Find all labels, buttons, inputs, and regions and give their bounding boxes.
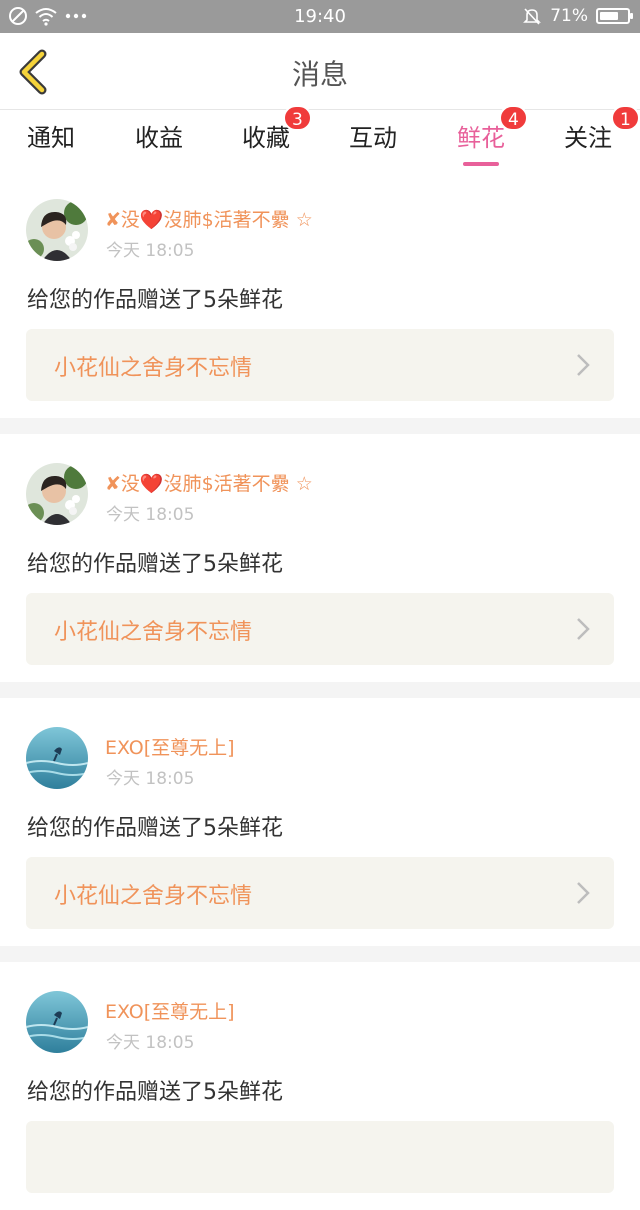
work-link-card[interactable]: 小花仙之舍身不忘情 [26,329,614,401]
work-link-card[interactable]: 小花仙之舍身不忘情 [26,857,614,929]
message-time: 今天 18:05 [106,241,195,261]
battery-level [600,12,619,20]
ocean-avatar-icon [26,991,88,1053]
unread-badge: 3 [283,105,312,131]
separator [0,682,640,698]
chevron-right-icon [577,618,590,640]
woman-avatar-icon [26,463,88,525]
message-text: 给您的作品赠送了5朵鲜花 [27,816,283,841]
battery-percent: 71% [550,6,588,26]
tab-label: 互动 [349,124,397,152]
message-time: 今天 18:05 [106,505,195,525]
message-list: ✘没❤️沒肺$活著不纍 ☆ 今天 18:05 给您的作品赠送了5朵鲜花 小花仙之… [0,170,640,1210]
unread-badge: 4 [499,105,528,131]
separator [0,946,640,962]
bell-muted-icon [523,8,542,25]
message-item: ✘没❤️沒肺$活著不纍 ☆ 今天 18:05 给您的作品赠送了5朵鲜花 小花仙之… [0,434,640,682]
work-title: 小花仙之舍身不忘情 [54,356,253,381]
tab-label: 收益 [135,124,183,152]
work-link-card[interactable]: 小花仙之舍身不忘情 [26,593,614,665]
tab-bar: 通知 收益 收藏 3 互动 鲜花 4 关注 1 [0,105,640,170]
unread-badge: 1 [611,105,640,131]
message-text: 给您的作品赠送了5朵鲜花 [27,1080,283,1105]
status-icons-right: 71% [522,5,633,27]
work-link-card[interactable] [26,1121,614,1193]
battery-icon [596,8,633,24]
message-item: ✘没❤️沒肺$活著不纍 ☆ 今天 18:05 给您的作品赠送了5朵鲜花 小花仙之… [0,170,640,418]
avatar[interactable] [26,463,88,525]
header: 消息 [0,33,640,110]
tab-interactions[interactable]: 互动 [328,110,418,170]
sender-name[interactable]: ✘没❤️沒肺$活著不纍 ☆ [105,205,313,232]
tab-notifications[interactable]: 通知 [6,110,96,170]
tab-earnings[interactable]: 收益 [114,110,204,170]
tab-flowers[interactable]: 鲜花 4 [436,105,528,170]
tab-label: 通知 [27,124,75,152]
message-item: EXO[至尊无上] 今天 18:05 给您的作品赠送了5朵鲜花 [0,962,640,1210]
ocean-avatar-icon [26,727,88,789]
avatar[interactable] [26,991,88,1053]
message-text: 给您的作品赠送了5朵鲜花 [27,552,283,577]
chevron-right-icon [577,882,590,904]
page-title: 消息 [291,58,348,91]
work-title: 小花仙之舍身不忘情 [54,884,253,909]
message-item: EXO[至尊无上] 今天 18:05 给您的作品赠送了5朵鲜花 小花仙之舍身不忘… [0,698,640,946]
avatar[interactable] [26,727,88,789]
woman-avatar-icon [26,199,88,261]
sender-name[interactable]: EXO[至尊无上] [105,733,235,760]
avatar[interactable] [26,199,88,261]
tab-follows[interactable]: 关注 1 [543,105,640,170]
separator [0,418,640,434]
message-text: 给您的作品赠送了5朵鲜花 [27,288,283,313]
sender-name[interactable]: EXO[至尊无上] [105,997,235,1024]
sender-name[interactable]: ✘没❤️沒肺$活著不纍 ☆ [105,469,313,496]
message-time: 今天 18:05 [106,769,195,789]
message-time: 今天 18:05 [106,1033,195,1053]
chevron-right-icon [577,354,590,376]
work-title: 小花仙之舍身不忘情 [54,620,253,645]
status-bar: 19:40 71% [0,0,640,33]
active-tab-indicator [463,162,499,166]
tab-favorites[interactable]: 收藏 3 [221,105,312,170]
